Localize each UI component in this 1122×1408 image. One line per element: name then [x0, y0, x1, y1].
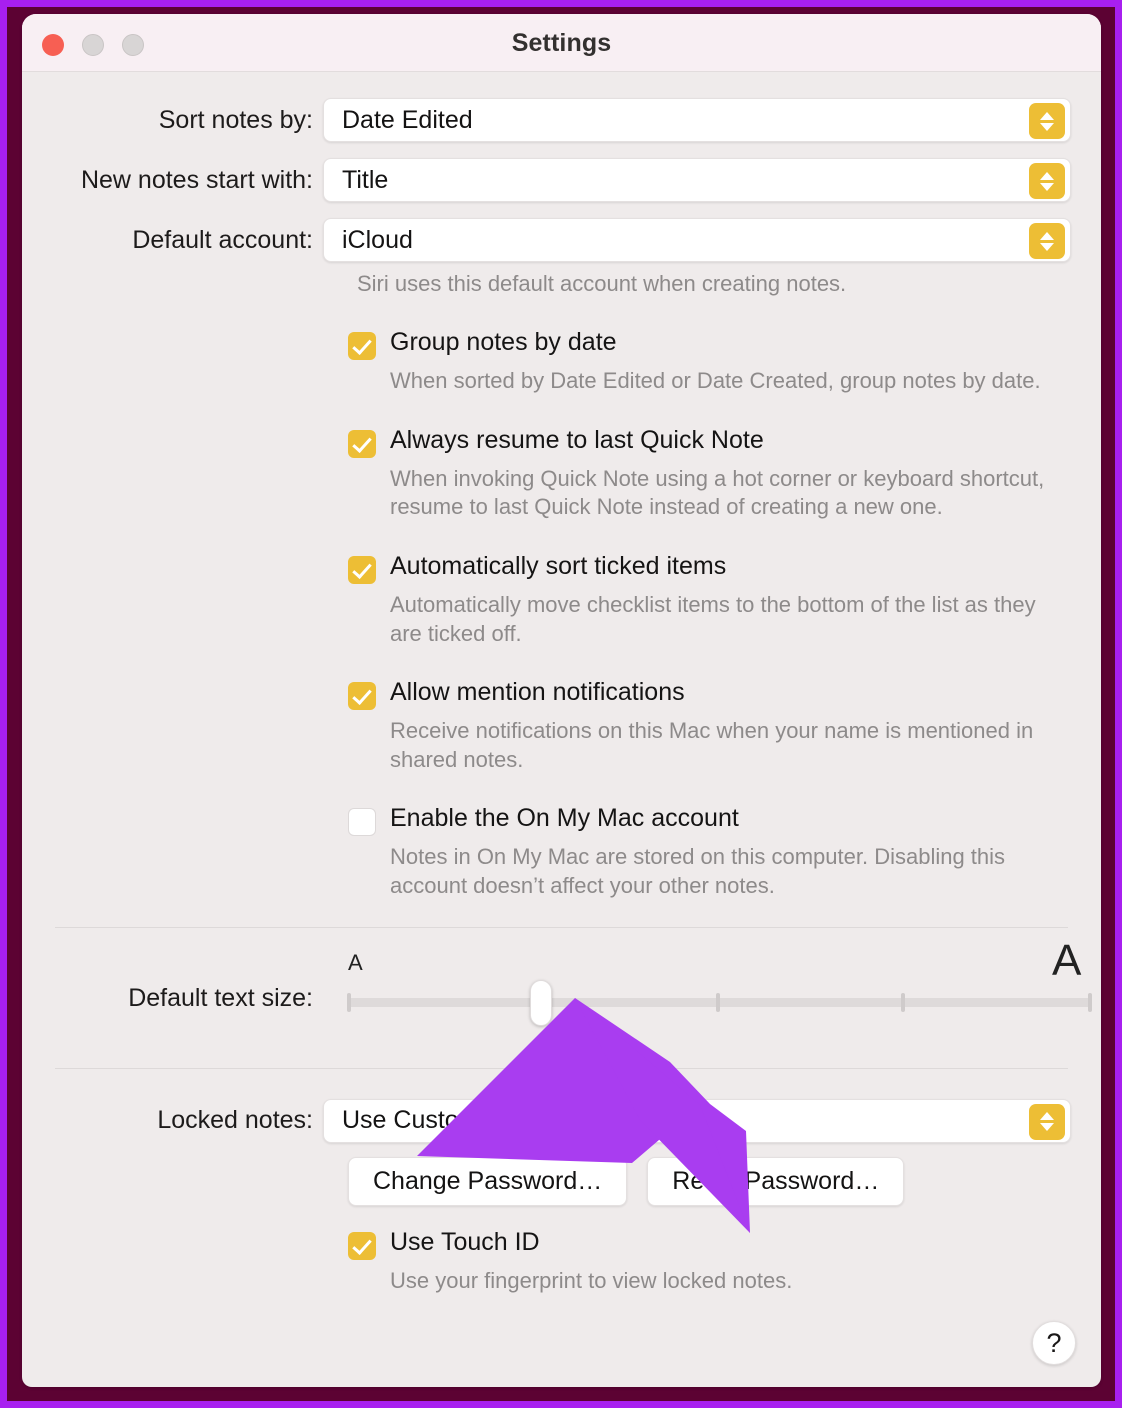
checkbox-use-touch-id[interactable]: [348, 1231, 376, 1260]
checkbox-row-group-notes-by-date[interactable]: Group notes by date: [348, 328, 1101, 361]
settings-window: Settings Sort notes by: Date Edited New …: [22, 14, 1101, 1387]
text-size-slider-thumb[interactable]: [530, 979, 552, 1026]
checkbox-description-enable-on-my-mac: Notes in On My Mac are stored on this co…: [390, 844, 1006, 898]
new-notes-start-with-popup[interactable]: Title: [323, 158, 1071, 202]
slider-tick: [1088, 992, 1092, 1012]
checkbox-description-auto-sort-ticked-items: Automatically move checklist items to th…: [390, 591, 1036, 646]
sort-notes-by-popup[interactable]: Date Edited: [323, 98, 1071, 142]
chevron-down-icon: [1040, 122, 1054, 131]
divider-below-text-size: [55, 1067, 1068, 1069]
checkbox-description-always-resume-quick-note: When invoking Quick Note using a hot cor…: [390, 465, 1045, 520]
chevron-down-icon: [1040, 182, 1054, 191]
text-size-small-mark: A: [348, 949, 363, 975]
checkbox-label-auto-sort-ticked-items: Automatically sort ticked items: [390, 551, 727, 580]
window-titlebar: Settings: [22, 14, 1101, 72]
checkbox-enable-on-my-mac[interactable]: [348, 808, 376, 837]
checkbox-description-group-notes-by-date: When sorted by Date Edited or Date Creat…: [390, 368, 1041, 394]
checkbox-label-always-resume-quick-note: Always resume to last Quick Note: [390, 425, 764, 454]
checkbox-description-use-touch-id: Use your fingerprint to view locked note…: [390, 1267, 793, 1293]
sort-notes-by-value: Date Edited: [342, 105, 473, 134]
checkbox-row-auto-sort-ticked-items[interactable]: Automatically sort ticked items: [348, 552, 1101, 584]
reset-password-button[interactable]: Reset Password…: [647, 1156, 905, 1206]
change-password-button[interactable]: Change Password…: [348, 1156, 628, 1206]
checkbox-row-allow-mention-notifications[interactable]: Allow mention notifications: [348, 678, 1101, 711]
text-size-section: A A Default text size:: [22, 928, 1101, 1068]
default-account-value: iCloud: [342, 225, 413, 254]
slider-tick: [716, 992, 720, 1012]
new-notes-start-with-value: Title: [342, 165, 389, 194]
checkbox-label-allow-mention-notifications: Allow mention notifications: [390, 678, 685, 707]
chevron-updown-icon[interactable]: [1029, 223, 1065, 259]
setting-row-default-account: Default account: iCloud: [22, 218, 1101, 262]
locked-notes-value: Use Custom Password: [342, 1106, 597, 1134]
chevron-up-icon: [1040, 111, 1054, 120]
checkbox-auto-sort-ticked-items[interactable]: [348, 555, 376, 584]
checkbox-row-always-resume-quick-note[interactable]: Always resume to last Quick Note: [348, 426, 1101, 458]
checkbox-description-allow-mention-notifications: Receive notifications on this Mac when y…: [390, 718, 1034, 772]
password-button-row: Change Password… Reset Password…: [348, 1156, 1101, 1206]
checkbox-row-use-touch-id[interactable]: Use Touch ID: [348, 1228, 1101, 1260]
setting-row-sort-notes-by: Sort notes by: Date Edited: [22, 98, 1101, 142]
chevron-down-icon: [1040, 1123, 1054, 1131]
checkbox-label-group-notes-by-date: Group notes by date: [390, 328, 617, 357]
default-text-size-label: Default text size:: [128, 983, 313, 1012]
settings-content: Sort notes by: Date Edited New notes sta…: [22, 72, 1101, 1387]
chevron-down-icon: [1040, 242, 1054, 251]
checkbox-label-enable-on-my-mac: Enable the On My Mac account: [390, 804, 739, 833]
default-account-helper-text: Siri uses this default account when crea…: [357, 271, 847, 296]
checkbox-row-enable-on-my-mac[interactable]: Enable the On My Mac account: [348, 804, 1101, 837]
slider-tick: [347, 992, 351, 1012]
help-button[interactable]: ?: [1032, 1321, 1076, 1365]
sort-notes-by-label: Sort notes by:: [158, 105, 313, 134]
default-account-popup[interactable]: iCloud: [323, 218, 1071, 262]
chevron-up-icon: [1040, 171, 1054, 180]
chevron-updown-icon[interactable]: [1029, 163, 1065, 199]
locked-notes-popup[interactable]: Use Custom Password: [323, 1098, 1071, 1143]
chevron-up-icon: [1040, 1112, 1054, 1120]
slider-tick: [901, 992, 905, 1012]
new-notes-start-with-label: New notes start with:: [80, 165, 313, 194]
setting-row-locked-notes: Locked notes: Use Custom Password: [22, 1098, 1101, 1143]
chevron-up-icon: [1040, 231, 1054, 240]
locked-notes-label: Locked notes:: [157, 1106, 313, 1134]
setting-row-new-notes-start-with: New notes start with: Title: [22, 158, 1101, 202]
checkbox-group-notes-by-date[interactable]: [348, 332, 376, 361]
checkbox-label-use-touch-id: Use Touch ID: [390, 1227, 540, 1256]
default-account-label: Default account:: [132, 225, 313, 254]
text-size-large-mark: A: [1052, 935, 1082, 985]
window-title: Settings: [511, 29, 612, 57]
chevron-updown-icon[interactable]: [1029, 1103, 1065, 1140]
chevron-updown-icon[interactable]: [1029, 103, 1065, 139]
checkbox-allow-mention-notifications[interactable]: [348, 682, 376, 711]
checkbox-always-resume-quick-note[interactable]: [348, 429, 376, 458]
